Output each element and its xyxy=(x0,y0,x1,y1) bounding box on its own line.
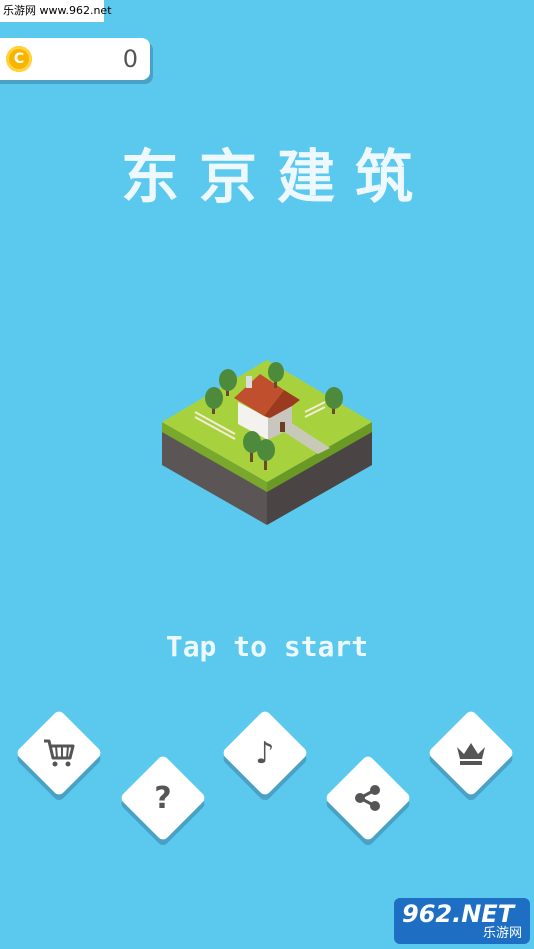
share-button[interactable] xyxy=(324,754,412,842)
game-title: 东京建筑 xyxy=(120,143,433,211)
coin-count: 0 xyxy=(122,45,138,73)
watermark-bottom: 962.NET 乐游网 xyxy=(394,898,530,944)
coin-icon: C xyxy=(6,46,32,72)
music-button[interactable]: ♪ xyxy=(221,709,309,797)
shop-button[interactable] xyxy=(15,709,103,797)
coin-panel: C 0 xyxy=(0,38,150,80)
music-note-icon: ♪ xyxy=(255,735,275,771)
cart-icon xyxy=(28,722,90,784)
tap-to-start-label[interactable]: Tap to start xyxy=(0,630,534,663)
watermark-bottom-small: 乐游网 xyxy=(482,926,522,941)
question-icon: ? xyxy=(154,780,172,816)
share-icon xyxy=(337,767,399,829)
house-chimney xyxy=(246,376,252,388)
crown-icon xyxy=(440,722,502,784)
island-illustration[interactable] xyxy=(150,350,384,530)
watermark-top: 乐游网 www.962.net xyxy=(0,0,112,22)
leaderboard-button[interactable] xyxy=(427,709,515,797)
house-door xyxy=(280,422,285,432)
help-button[interactable]: ? xyxy=(119,754,207,842)
